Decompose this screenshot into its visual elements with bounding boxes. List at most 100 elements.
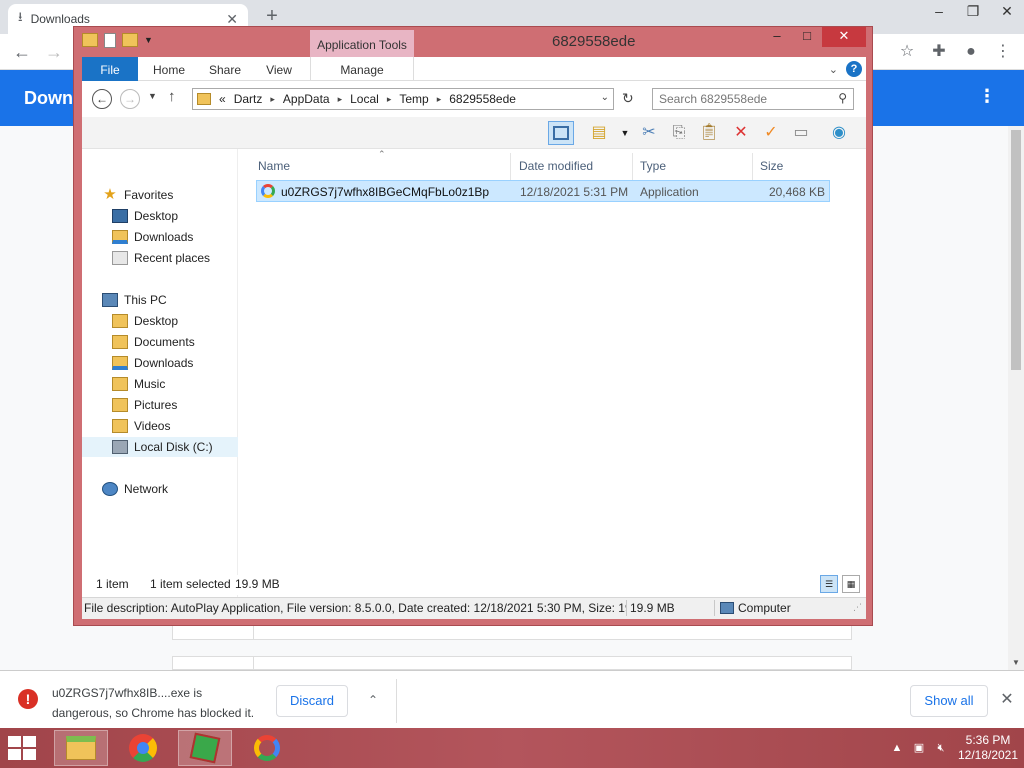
discard-button[interactable]: Discard	[276, 685, 348, 717]
tab-manage[interactable]: Manage	[310, 57, 414, 81]
column-header-size[interactable]: Size	[760, 159, 783, 177]
large-icons-view-icon[interactable]: ▦	[842, 575, 860, 593]
minimize-button[interactable]: –	[922, 0, 956, 22]
column-header-date-modified[interactable]: Date modified	[519, 159, 593, 177]
maximize-button[interactable]: □	[792, 27, 822, 47]
breadcrumb-separator-icon[interactable]: ▸	[270, 94, 275, 105]
tab-view[interactable]: View	[256, 57, 302, 81]
scroll-down-icon[interactable]: ▼	[1008, 656, 1024, 670]
customize-qat-icon[interactable]: ▼	[144, 33, 153, 48]
nav-pc-videos[interactable]: Videos	[112, 416, 170, 436]
start-button[interactable]	[8, 736, 38, 762]
expand-ribbon-icon[interactable]: ⌄	[829, 63, 838, 76]
resize-grip-icon[interactable]: ⋰	[853, 602, 862, 613]
breadcrumb-local[interactable]: Local	[350, 92, 379, 106]
maximize-button[interactable]: ❐	[956, 0, 990, 22]
minimize-button[interactable]: –	[762, 27, 792, 47]
file-name: u0ZRGS7j7wfhx8IBGeCMqFbLo0z1Bp	[281, 185, 490, 199]
selected-count: 1 item selected	[150, 577, 231, 591]
breadcrumb-temp[interactable]: Temp	[399, 92, 428, 106]
nav-local-disk[interactable]: Local Disk (C:)	[82, 437, 238, 457]
close-tab-icon[interactable]: ✕	[226, 11, 238, 28]
taskbar-chrome[interactable]	[116, 730, 170, 766]
taskbar: ▲ ▣ 🔇︎ 5:36 PM 12/18/2021	[0, 728, 1024, 768]
star-icon[interactable]: ☆	[896, 40, 918, 64]
taskbar-autoplay-app[interactable]	[178, 730, 232, 766]
taskbar-clock[interactable]: 5:36 PM 12/18/2021	[952, 733, 1024, 763]
selected-size: 19.9 MB	[235, 577, 280, 591]
nav-pc-pictures[interactable]: Pictures	[112, 395, 177, 415]
address-overflow[interactable]: «	[219, 92, 226, 106]
page-scrollbar[interactable]: ▼	[1008, 126, 1024, 670]
breadcrumb-dartz[interactable]: Dartz	[234, 92, 263, 106]
taskbar-file-explorer[interactable]	[54, 730, 108, 766]
taskbar-google-app[interactable]	[240, 730, 294, 766]
documents-folder-icon	[112, 335, 128, 349]
volume-muted-icon[interactable]: 🔇︎	[930, 737, 952, 759]
dropdown-icon[interactable]: ▼	[612, 121, 638, 145]
scrollbar-thumb[interactable]	[1011, 130, 1021, 370]
copy-icon[interactable]: ⎘	[666, 121, 692, 145]
more-vert-icon[interactable]: ⋮	[992, 40, 1014, 64]
file-size: 20,468 KB	[768, 185, 825, 199]
breadcrumb-appdata[interactable]: AppData	[283, 92, 330, 106]
chevron-down-icon[interactable]: ⌄	[601, 92, 609, 103]
nav-this-pc[interactable]: This PC	[102, 290, 167, 310]
breadcrumb-current[interactable]: 6829558ede	[449, 92, 516, 106]
back-arrow-icon[interactable]: ←	[10, 40, 34, 64]
breadcrumb-separator-icon[interactable]: ▸	[387, 94, 392, 105]
breadcrumb-separator-icon[interactable]: ▸	[437, 94, 442, 105]
details-view-icon[interactable]: ☰	[820, 575, 838, 593]
refresh-icon[interactable]: ↻	[622, 90, 634, 107]
show-hidden-icons-icon[interactable]: ▲	[886, 737, 908, 759]
forward-icon[interactable]: →	[120, 89, 140, 109]
paste-icon[interactable]: 📋︎	[696, 121, 722, 145]
nav-favorites-downloads[interactable]: Downloads	[112, 227, 193, 247]
nav-pc-desktop[interactable]: Desktop	[112, 311, 178, 331]
column-divider[interactable]	[510, 153, 511, 181]
checkmark-icon[interactable]: ✓	[758, 121, 784, 145]
nav-network[interactable]: Network	[102, 479, 168, 499]
chevron-up-icon[interactable]: ⌃	[362, 689, 384, 711]
breadcrumb-separator-icon[interactable]: ▸	[338, 94, 343, 105]
nav-pc-downloads[interactable]: Downloads	[112, 353, 193, 373]
network-icon[interactable]: ▣	[908, 737, 930, 759]
forward-arrow-icon[interactable]: →	[42, 40, 66, 64]
column-header-type[interactable]: Type	[640, 159, 666, 177]
nav-favorites[interactable]: ★ Favorites	[102, 185, 173, 205]
tab-share[interactable]: Share	[200, 57, 250, 81]
close-window-button[interactable]: ✕	[990, 0, 1024, 22]
search-icon[interactable]: ⚲	[838, 91, 847, 105]
column-divider[interactable]	[752, 153, 753, 181]
globe-icon[interactable]: ◉	[826, 121, 852, 145]
close-button[interactable]: ✕	[822, 27, 866, 47]
nav-pc-documents[interactable]: Documents	[112, 332, 195, 352]
up-arrow-icon[interactable]: ↑	[168, 88, 176, 105]
navigation-pane-icon[interactable]	[548, 121, 574, 145]
properties-icon[interactable]	[104, 33, 116, 48]
tab-home[interactable]: Home	[144, 57, 194, 81]
search-input[interactable]: Search 6829558ede ⚲	[652, 88, 854, 110]
new-folder-icon[interactable]	[122, 33, 138, 47]
move-to-icon[interactable]: ▤	[586, 121, 612, 145]
nav-recent-places[interactable]: Recent places	[112, 248, 210, 268]
new-tab-button[interactable]: +	[260, 4, 284, 28]
delete-icon[interactable]: ✕	[728, 121, 754, 145]
file-row[interactable]: u0ZRGS7j7wfhx8IBGeCMqFbLo0z1Bp 12/18/202…	[256, 180, 830, 202]
recent-locations-icon[interactable]: ▼	[148, 91, 157, 101]
more-vert-icon[interactable]: ⋮	[978, 86, 996, 107]
puzzle-icon[interactable]: ✚	[928, 40, 950, 64]
rename-icon[interactable]: ▭	[788, 121, 814, 145]
help-icon[interactable]: ?	[846, 61, 862, 77]
back-icon[interactable]: ←	[92, 89, 112, 109]
profile-icon[interactable]: ●	[960, 40, 982, 64]
address-box[interactable]: « Dartz ▸ AppData ▸ Local ▸ Temp ▸ 68295…	[192, 88, 614, 110]
show-all-button[interactable]: Show all	[910, 685, 988, 717]
column-header-name[interactable]: Name	[258, 159, 290, 177]
tab-file[interactable]: File	[82, 57, 138, 81]
close-shelf-icon[interactable]: ✕	[996, 689, 1018, 711]
nav-pc-music[interactable]: Music	[112, 374, 165, 394]
column-divider[interactable]	[632, 153, 633, 181]
nav-favorites-desktop[interactable]: Desktop	[112, 206, 178, 226]
cut-icon[interactable]: ✂	[636, 121, 662, 145]
